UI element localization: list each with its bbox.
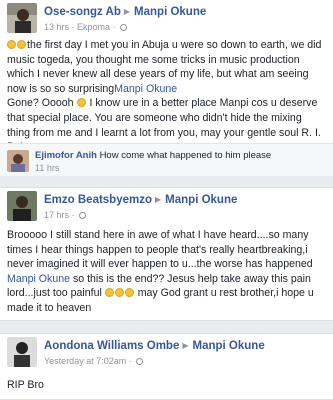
post-author[interactable]: Emzo Beatsbyemzo xyxy=(44,194,152,206)
post-target[interactable]: Manpi Okune xyxy=(165,194,237,206)
post-author[interactable]: Ose-songz Ab xyxy=(44,6,121,18)
post-header: Ose-songz Ab ▶ Manpi Okune 13 hrs · Ekpoma… xyxy=(0,0,333,38)
avatar-photo-icon xyxy=(7,150,29,172)
avatar[interactable] xyxy=(7,191,37,221)
post-card: Aondona Williams Ombe ▶ Manpi Okune Yester… xyxy=(0,333,333,400)
crying-emoji-icon xyxy=(124,288,134,298)
mention-link[interactable]: Manpi Okune xyxy=(114,83,177,95)
crying-emoji-icon xyxy=(7,40,16,49)
post-header: Aondona Williams Ombe ▶ Manpi Okune Yester… xyxy=(0,334,333,372)
crying-emoji-icon xyxy=(76,98,86,108)
post-target[interactable]: Manpi Okune xyxy=(134,6,206,18)
avatar[interactable] xyxy=(7,3,37,33)
comment-avatar[interactable] xyxy=(7,150,29,172)
post-text: RIP Bro xyxy=(7,379,44,391)
comment-author[interactable]: Ejimofor Anih xyxy=(35,150,97,161)
post-author-line: Aondona Williams Ombe ▶ Manpi Okune xyxy=(44,340,265,352)
globe-icon xyxy=(120,24,128,31)
post-text: Brooooo I still stand here in awe of wha… xyxy=(7,229,313,271)
post-time[interactable]: 13 hrs xyxy=(44,22,69,32)
post-location[interactable]: Ekpoma xyxy=(77,22,110,32)
comment-text: How come what happened to him please xyxy=(99,150,272,161)
globe-icon xyxy=(79,212,87,219)
post-card: Ose-songz Ab ▶ Manpi Okune 13 hrs · Ekpoma… xyxy=(0,0,333,176)
post-meta: 17 hrs · xyxy=(44,210,87,220)
post-meta: 13 hrs · Ekpoma · xyxy=(44,22,128,32)
globe-icon xyxy=(136,358,144,365)
post-body: RIP Bro xyxy=(7,378,327,393)
comment: Ejimofor Anih How come what happened to … xyxy=(0,143,333,176)
avatar-photo-icon xyxy=(7,191,37,221)
right-triangle-icon: ▶ xyxy=(182,341,189,350)
post-author[interactable]: Aondona Williams Ombe xyxy=(44,340,179,352)
post-author-line: Ose-songz Ab ▶ Manpi Okune xyxy=(44,6,206,18)
avatar-photo-icon xyxy=(7,3,37,33)
avatar[interactable] xyxy=(7,337,37,367)
comment-time[interactable]: 11 hrs xyxy=(35,163,59,173)
post-time[interactable]: Yesterday at 7:02am xyxy=(44,356,126,366)
right-triangle-icon: ▶ xyxy=(155,195,162,204)
mention-link[interactable]: Manpi Okune xyxy=(7,273,70,285)
post-meta: Yesterday at 7:02am · xyxy=(44,356,144,366)
post-header: Emzo Beatsbyemzo ▶ Manpi Okune 17 hrs · xyxy=(0,188,333,226)
crying-emoji-icon xyxy=(114,288,124,298)
crying-emoji-icon xyxy=(104,288,114,298)
crying-emoji-icon xyxy=(17,40,26,49)
post-time[interactable]: 17 hrs xyxy=(44,210,69,220)
post-card: Emzo Beatsbyemzo ▶ Manpi Okune 17 hrs · Br… xyxy=(0,187,333,321)
avatar-photo-icon xyxy=(7,337,37,367)
post-target[interactable]: Manpi Okune xyxy=(193,340,265,352)
comment-line: Ejimofor Anih How come what happened to … xyxy=(35,150,271,161)
right-triangle-icon: ▶ xyxy=(123,7,131,16)
post-text: Gone? Ooooh xyxy=(7,97,74,110)
post-body: the first day I met you in Abuja u were … xyxy=(7,38,327,155)
post-body: Brooooo I still stand here in awe of wha… xyxy=(7,228,327,316)
post-author-line: Emzo Beatsbyemzo ▶ Manpi Okune xyxy=(44,194,237,206)
